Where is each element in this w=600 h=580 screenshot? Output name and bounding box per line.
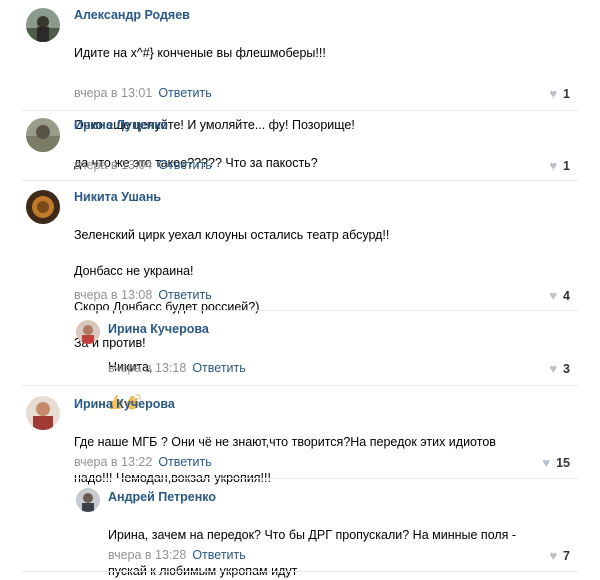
- heart-icon: ♥: [549, 158, 558, 173]
- comments-feed: Александр Родяев Идите на х^#} конченые …: [0, 0, 600, 580]
- reply-button[interactable]: Ответить: [192, 361, 245, 375]
- comment-time[interactable]: вчера в 13:04: [74, 158, 152, 172]
- heart-icon: ♥: [549, 548, 558, 563]
- like-button[interactable]: ♥ 15: [542, 455, 570, 470]
- comment-time[interactable]: вчера в 13:22: [74, 455, 152, 469]
- avatar[interactable]: [26, 190, 60, 224]
- divider: [22, 110, 578, 111]
- comment-line: Где наше МГБ ? Они чё не знают,что твори…: [74, 435, 496, 449]
- reply-button[interactable]: Ответить: [192, 548, 245, 562]
- comment-author[interactable]: Ирина Луценко: [74, 118, 168, 132]
- like-count: 1: [563, 87, 570, 101]
- heart-icon: ♥: [549, 86, 558, 101]
- like-count: 7: [563, 549, 570, 563]
- like-button[interactable]: ♥ 1: [549, 158, 570, 173]
- heart-icon: ♥: [549, 288, 558, 303]
- comment-meta: вчера в 13:28 Ответить: [108, 548, 246, 562]
- comment-text: Где наше МГБ ? Они чё не знают,что твори…: [74, 415, 496, 487]
- heart-icon: ♥: [542, 455, 551, 470]
- comment-time[interactable]: вчера в 13:01: [74, 86, 152, 100]
- comment-meta: вчера в 13:22 Ответить: [74, 455, 212, 469]
- comment-time[interactable]: вчера в 13:18: [108, 361, 186, 375]
- like-count: 1: [563, 159, 570, 173]
- like-count: 4: [563, 289, 570, 303]
- divider: [74, 310, 578, 311]
- comment-author[interactable]: Никита Ушань: [74, 190, 161, 204]
- comment-time[interactable]: вчера в 13:28: [108, 548, 186, 562]
- avatar[interactable]: [26, 8, 60, 42]
- comment-author[interactable]: Ирина Кучерова: [108, 322, 209, 336]
- like-count: 3: [563, 362, 570, 376]
- comment-meta: вчера в 13:04 Ответить: [74, 158, 212, 172]
- like-button[interactable]: ♥ 3: [549, 361, 570, 376]
- reply-button[interactable]: Ответить: [158, 158, 211, 172]
- like-button[interactable]: ♥ 4: [549, 288, 570, 303]
- avatar[interactable]: [26, 118, 60, 152]
- reply-button[interactable]: Ответить: [158, 455, 211, 469]
- like-button[interactable]: ♥ 7: [549, 548, 570, 563]
- comment-author[interactable]: Александр Родяев: [74, 8, 190, 22]
- comment-text: Ирина, зачем на передок? Что бы ДРГ проп…: [108, 508, 516, 580]
- comment-meta: вчера в 13:08 Ответить: [74, 288, 212, 302]
- comment-meta: вчера в 13:01 Ответить: [74, 86, 212, 100]
- like-button[interactable]: ♥ 1: [549, 86, 570, 101]
- reply-button[interactable]: Ответить: [158, 288, 211, 302]
- divider: [22, 385, 578, 386]
- avatar[interactable]: [76, 320, 100, 344]
- comment-line: Ирина, зачем на передок? Что бы ДРГ проп…: [108, 528, 517, 542]
- comment-line: Донбасс не украина!: [74, 264, 194, 278]
- comment-meta: вчера в 13:18 Ответить: [108, 361, 246, 375]
- divider: [22, 571, 578, 572]
- divider: [74, 478, 578, 479]
- divider: [22, 180, 578, 181]
- comment-author[interactable]: Андрей Петренко: [108, 490, 216, 504]
- heart-icon: ♥: [549, 361, 558, 376]
- comment-line: Идите на х^#} конченые вы флешмоберы!!!: [74, 46, 326, 60]
- comment-author[interactable]: Ирина Кучерова: [74, 397, 175, 411]
- like-count: 15: [556, 456, 570, 470]
- comment-line: Зеленский цирк уехал клоуны остались теа…: [74, 228, 390, 242]
- avatar[interactable]: [76, 488, 100, 512]
- avatar[interactable]: [26, 396, 60, 430]
- comment-line: Скоро Донбасс будет россией?): [74, 300, 260, 314]
- reply-button[interactable]: Ответить: [158, 86, 211, 100]
- comment-time[interactable]: вчера в 13:08: [74, 288, 152, 302]
